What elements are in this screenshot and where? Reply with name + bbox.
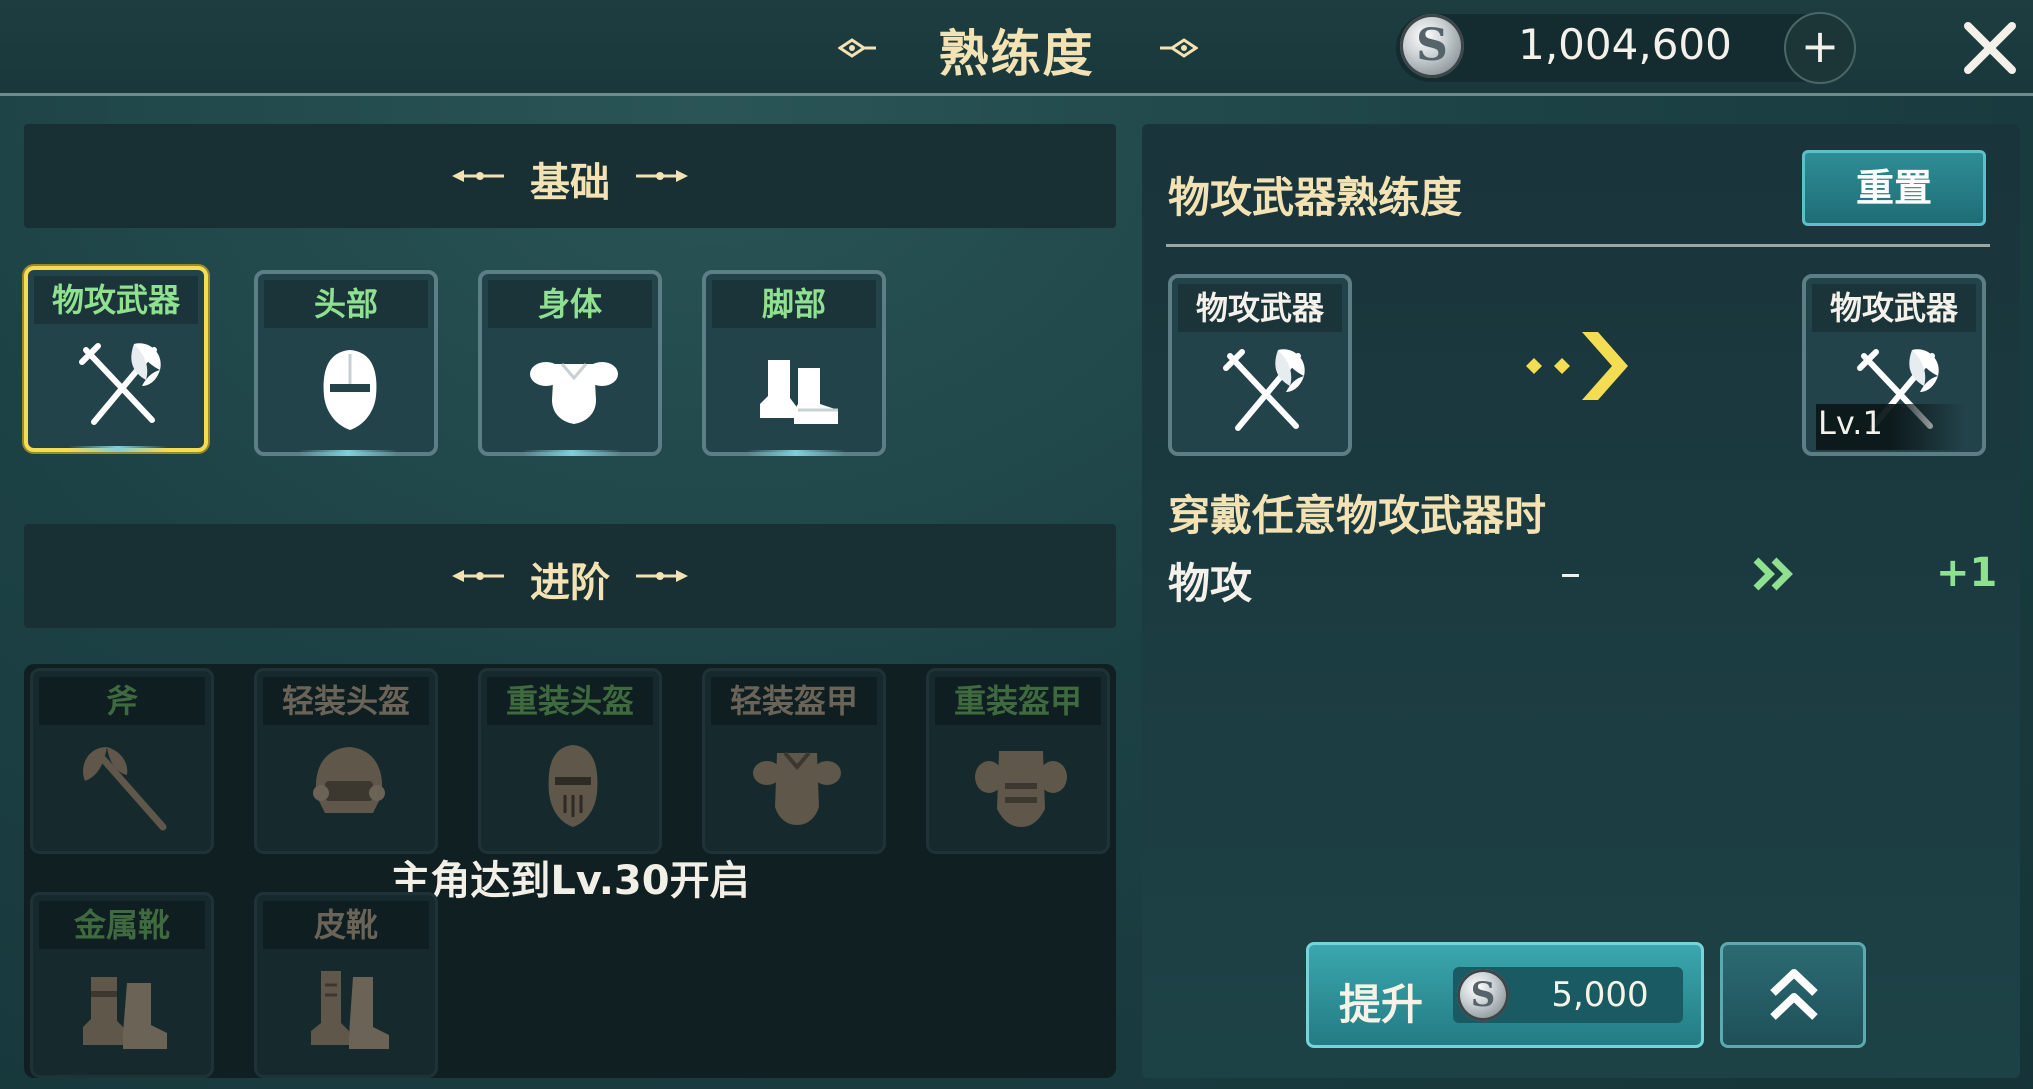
advanced-section-header: 进阶 <box>24 524 1116 628</box>
slot-leather-boots[interactable]: 皮靴 <box>254 892 438 1078</box>
double-chevron-right-icon <box>1753 557 1793 591</box>
stat-name: 物攻 <box>1168 559 1253 608</box>
silver-coin-icon: S <box>1400 14 1464 78</box>
crossed-sword-axe-icon <box>72 336 168 432</box>
current-level-slot: 物攻武器 <box>1168 274 1352 456</box>
title-ornament-right-icon <box>1160 38 1198 58</box>
double-chevron-up-icon <box>1770 969 1818 1020</box>
basic-section-title: 基础 <box>530 160 610 206</box>
slot-label: 身体 <box>488 280 652 328</box>
divider <box>1166 244 1990 247</box>
detail-panel <box>1142 124 2020 1078</box>
slot-head[interactable]: 头部 <box>254 270 438 456</box>
metal-boots-icon <box>83 977 167 1049</box>
condition-text: 穿戴任意物攻武器时 <box>1168 491 1547 540</box>
slot-label: 脚部 <box>712 280 876 328</box>
slot-label: 重装头盔 <box>487 677 653 725</box>
max-upgrade-button[interactable] <box>1720 942 1866 1048</box>
slot-label: 金属靴 <box>39 901 205 949</box>
upgrade-label: 提升 <box>1339 980 1424 1029</box>
level-badge: Lv.1 <box>1816 404 1966 450</box>
slot-label: 重装盔甲 <box>935 677 1101 725</box>
slot-label: 皮靴 <box>263 901 429 949</box>
advanced-section-title: 进阶 <box>530 560 610 606</box>
light-helmet-icon <box>313 747 385 813</box>
stat-current-value: – <box>1560 548 1581 597</box>
slot-metal-boots[interactable]: 金属靴 <box>30 892 214 1078</box>
slot-label: 物攻武器 <box>1178 284 1342 332</box>
upgrade-button[interactable]: 提升 S 5,000 <box>1306 942 1704 1048</box>
close-icon[interactable] <box>1960 18 2020 78</box>
slot-light-helmet[interactable]: 轻装头盔 <box>254 668 438 854</box>
leather-boots-icon <box>311 971 389 1049</box>
crossed-sword-axe-icon <box>1216 342 1312 438</box>
slot-label: 头部 <box>264 280 428 328</box>
helmet-icon <box>323 350 377 430</box>
axe-icon <box>83 747 167 831</box>
slot-label: 物攻武器 <box>34 276 198 324</box>
stat-next-value: +1 <box>1936 550 1998 596</box>
currency-value: 1,004,600 <box>1518 20 1732 69</box>
basic-section-header: 基础 <box>24 124 1116 228</box>
heavy-armor-icon <box>975 751 1067 827</box>
add-currency-button[interactable]: + <box>1784 12 1856 84</box>
slot-axe[interactable]: 斧 <box>30 668 214 854</box>
section-ornament-right-icon <box>636 170 688 182</box>
slot-physical-weapon[interactable]: 物攻武器 <box>24 266 208 452</box>
slot-feet[interactable]: 脚部 <box>702 270 886 456</box>
silver-coin-icon: S <box>1457 969 1509 1021</box>
detail-title: 物攻武器熟练度 <box>1168 173 1463 222</box>
arrow-right-icon <box>1526 332 1628 400</box>
heavy-helmet-icon <box>548 745 598 827</box>
section-ornament-right-icon <box>636 570 688 582</box>
upgrade-cost-value: 5,000 <box>1551 975 1649 1015</box>
body-armor-icon <box>530 362 618 424</box>
slot-label: 轻装头盔 <box>263 677 429 725</box>
boots-icon <box>760 360 838 424</box>
slot-body[interactable]: 身体 <box>478 270 662 456</box>
light-armor-icon <box>753 751 841 825</box>
slot-light-armor[interactable]: 轻装盔甲 <box>702 668 886 854</box>
slot-heavy-helmet[interactable]: 重装头盔 <box>478 668 662 854</box>
slot-heavy-armor[interactable]: 重装盔甲 <box>926 668 1110 854</box>
slot-label: 轻装盔甲 <box>711 677 877 725</box>
slot-label: 斧 <box>39 677 205 725</box>
reset-button[interactable]: 重置 <box>1802 150 1986 226</box>
slot-label: 物攻武器 <box>1812 284 1976 332</box>
